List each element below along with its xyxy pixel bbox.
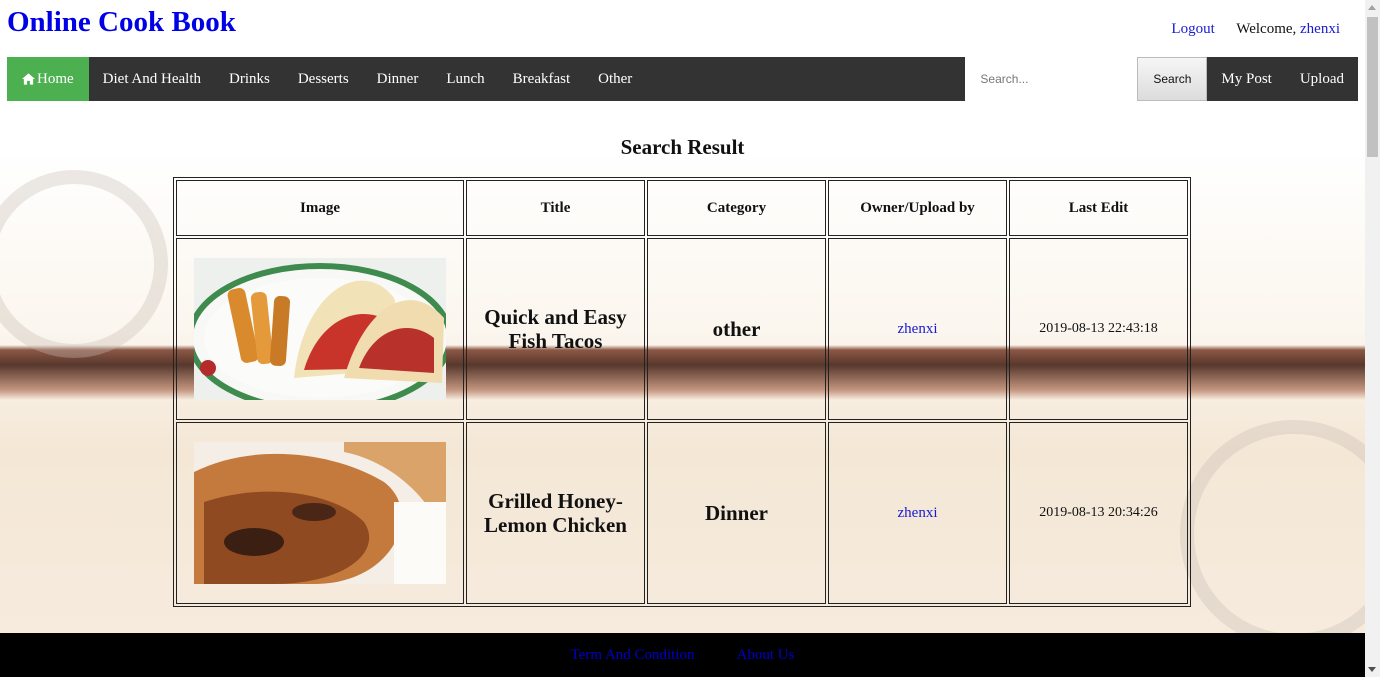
scrollbar-thumb[interactable] [1367, 17, 1378, 157]
column-header-owner: Owner/Upload by [828, 180, 1007, 236]
owner-link[interactable]: zhenxi [898, 505, 938, 521]
image-cell [176, 422, 464, 604]
nav-item-upload[interactable]: Upload [1286, 57, 1358, 101]
table-row: Quick and Easy Fish Tacos other zhenxi 2… [176, 238, 1188, 420]
column-header-last-edit: Last Edit [1009, 180, 1188, 236]
category-cell: Dinner [647, 422, 826, 604]
nav-item-lunch[interactable]: Lunch [432, 57, 498, 101]
welcome-label: Welcome, [1236, 21, 1297, 37]
recipe-title-link[interactable]: Grilled Honey-Lemon Chicken [466, 422, 645, 604]
home-icon [22, 73, 35, 85]
table-header-row: Image Title Category Owner/Upload by Las… [176, 180, 1188, 236]
username-link[interactable]: zhenxi [1300, 21, 1340, 37]
column-header-title: Title [466, 180, 645, 236]
column-header-image: Image [176, 180, 464, 236]
nav-item-my-post[interactable]: My Post [1207, 57, 1285, 101]
column-header-category: Category [647, 180, 826, 236]
table-row: Grilled Honey-Lemon Chicken Dinner zhenx… [176, 422, 1188, 604]
user-area: Logout Welcome, zhenxi [1171, 21, 1340, 38]
scroll-up-arrow-icon[interactable] [1368, 5, 1376, 10]
recipe-title-link[interactable]: Quick and Easy Fish Tacos [466, 238, 645, 420]
site-title[interactable]: Online Cook Book [7, 6, 236, 39]
search-button[interactable]: Search [1137, 57, 1208, 101]
image-cell [176, 238, 464, 420]
nav-item-other[interactable]: Other [584, 57, 646, 101]
grilled-chicken-photo[interactable] [194, 442, 446, 584]
vertical-scrollbar[interactable] [1365, 0, 1380, 677]
nav-item-drinks[interactable]: Drinks [215, 57, 284, 101]
logout-link[interactable]: Logout [1171, 21, 1214, 37]
search-input[interactable] [965, 57, 1138, 101]
owner-cell: zhenxi [828, 238, 1007, 420]
main-navbar: Home Diet And Health Drinks Desserts Din… [7, 57, 1358, 101]
category-cell: other [647, 238, 826, 420]
last-edit-cell: 2019-08-13 22:43:18 [1009, 238, 1188, 420]
terms-link[interactable]: Term And Condition [571, 647, 695, 664]
search-result-heading: Search Result [620, 135, 745, 159]
scroll-down-arrow-icon[interactable] [1368, 667, 1376, 672]
last-edit-cell: 2019-08-13 20:34:26 [1009, 422, 1188, 604]
nav-item-dinner[interactable]: Dinner [363, 57, 433, 101]
about-us-link[interactable]: About Us [737, 647, 795, 664]
nav-item-label: Home [37, 70, 74, 87]
results-table: Image Title Category Owner/Upload by Las… [173, 177, 1191, 607]
fish-tacos-photo[interactable] [194, 258, 446, 400]
owner-cell: zhenxi [828, 422, 1007, 604]
nav-item-home[interactable]: Home [7, 57, 89, 101]
owner-link[interactable]: zhenxi [898, 321, 938, 337]
nav-item-breakfast[interactable]: Breakfast [499, 57, 584, 101]
nav-item-diet-and-health[interactable]: Diet And Health [89, 57, 215, 101]
nav-item-desserts[interactable]: Desserts [284, 57, 363, 101]
page-footer: Term And Condition About Us [0, 633, 1365, 677]
